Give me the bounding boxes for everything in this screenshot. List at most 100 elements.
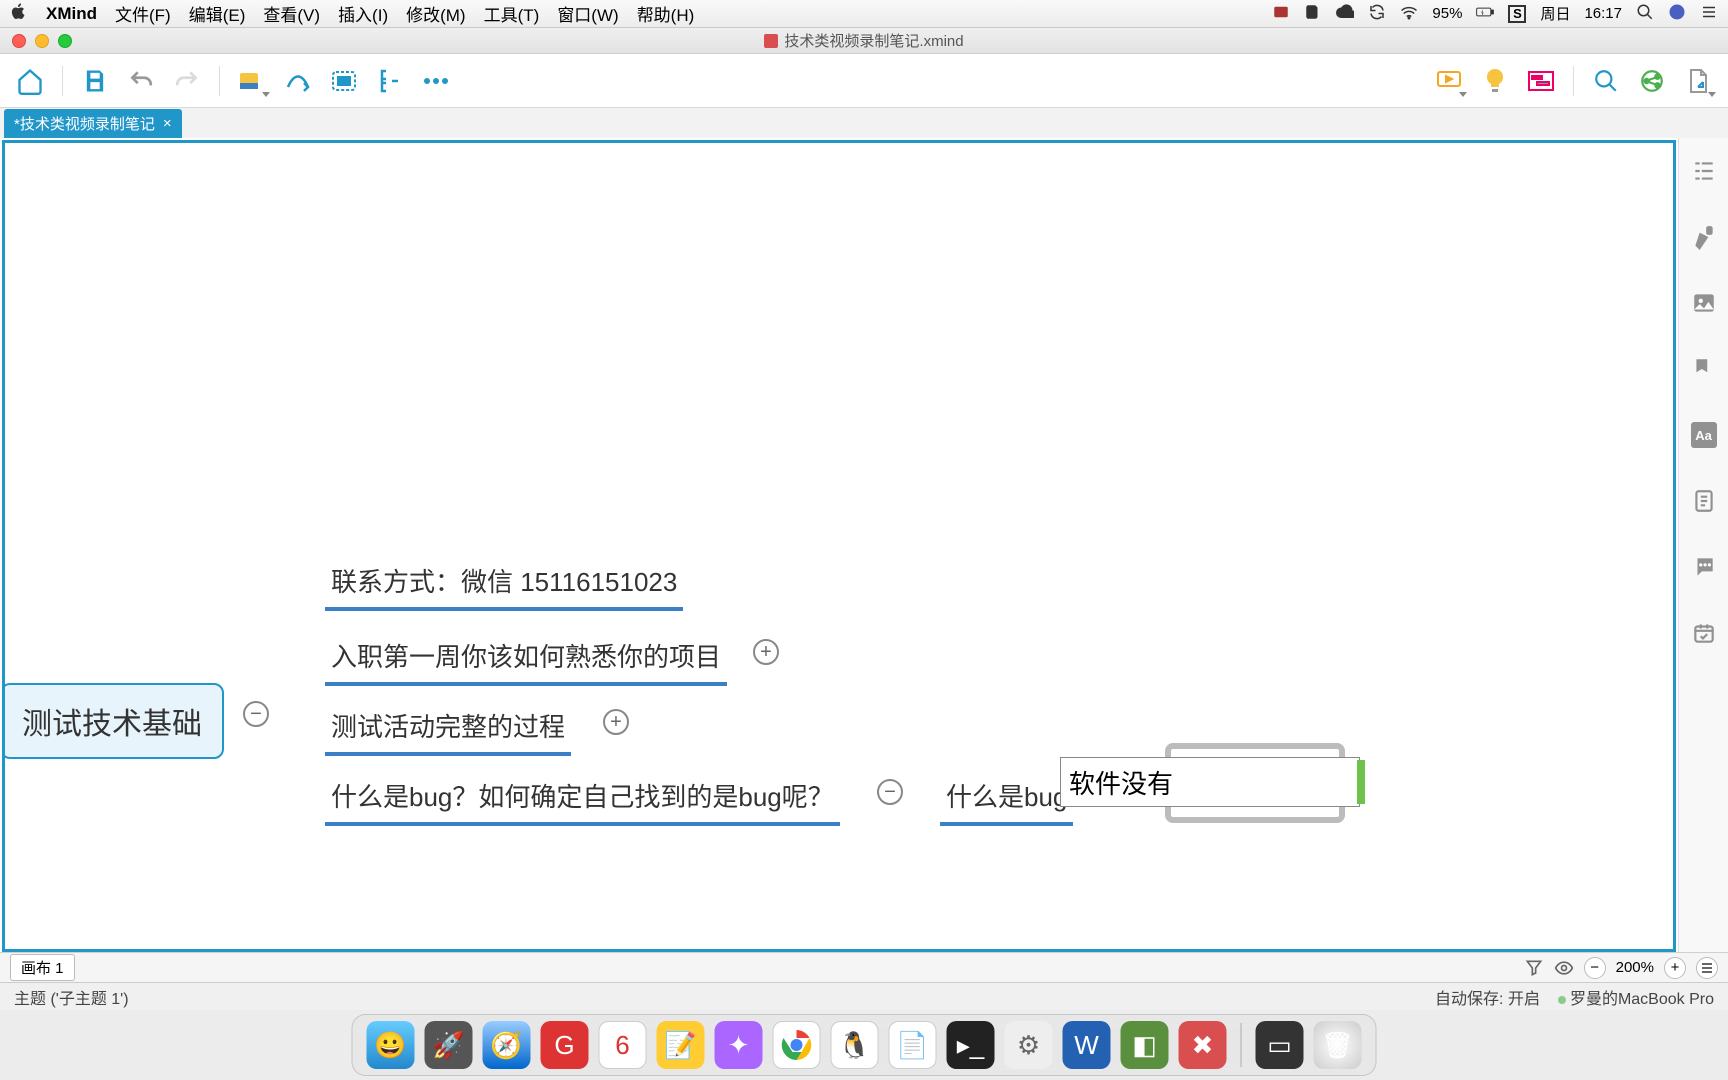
- tray-evernote-icon[interactable]: [1304, 3, 1322, 25]
- dock-finder-icon[interactable]: 😀: [367, 1021, 415, 1069]
- zoom-in-button[interactable]: +: [1664, 957, 1686, 979]
- edit-caret-accent: [1357, 760, 1365, 804]
- tab-label: *技术类视频录制笔记: [14, 113, 155, 134]
- statusbar: 主题 ('子主题 1') 自动保存: 开启 罗曼的MacBook Pro: [0, 982, 1728, 1010]
- tray-time: 16:17: [1584, 5, 1622, 22]
- right-panel: Aa: [1678, 138, 1728, 952]
- marker-panel-button[interactable]: [1691, 356, 1717, 382]
- dock-notes-icon[interactable]: 📝: [657, 1021, 705, 1069]
- branch-what-is-bug[interactable]: 什么是bug？如何确定自己找到的是bug呢？: [325, 773, 840, 826]
- dock-calendar-icon[interactable]: 6: [599, 1021, 647, 1069]
- branch-first-week[interactable]: 入职第一周你该如何熟悉你的项目: [325, 633, 727, 686]
- dock-xmind-icon[interactable]: ✖: [1179, 1021, 1227, 1069]
- tray-menu-icon[interactable]: [1700, 3, 1718, 25]
- tray-siri-icon[interactable]: [1668, 3, 1686, 25]
- dock-textedit-icon[interactable]: 📄: [889, 1021, 937, 1069]
- menu-file[interactable]: 文件(F): [115, 1, 171, 26]
- titlebar: 技术类视频录制笔记.xmind: [0, 28, 1728, 54]
- tray-cloud-icon[interactable]: [1336, 3, 1354, 25]
- menu-help[interactable]: 帮助(H): [637, 1, 695, 26]
- brainstorm-button[interactable]: [1475, 61, 1515, 101]
- menu-modify[interactable]: 修改(M): [406, 1, 465, 26]
- dock-wps-icon[interactable]: W: [1063, 1021, 1111, 1069]
- app-window: 技术类视频录制笔记.xmind *技术类视频录制笔记: [0, 28, 1728, 1010]
- collapse-button-b4[interactable]: −: [877, 779, 903, 805]
- insert-relationship-button[interactable]: [278, 61, 318, 101]
- redo-button[interactable]: [167, 61, 207, 101]
- menu-edit[interactable]: 编辑(E): [189, 1, 246, 26]
- document-tabbar: *技术类视频录制笔记 ×: [0, 108, 1728, 138]
- font-panel-button[interactable]: Aa: [1691, 422, 1717, 448]
- app-name[interactable]: XMind: [46, 4, 97, 24]
- menu-tools[interactable]: 工具(T): [484, 1, 540, 26]
- gantt-button[interactable]: [1521, 61, 1561, 101]
- insert-summary-button[interactable]: [370, 61, 410, 101]
- export-button[interactable]: [1678, 61, 1718, 101]
- save-button[interactable]: [75, 61, 115, 101]
- outline-panel-button[interactable]: [1691, 158, 1717, 184]
- tray-video-icon[interactable]: [1272, 3, 1290, 25]
- more-button[interactable]: [416, 61, 456, 101]
- dock-folder-icon[interactable]: ▭: [1256, 1021, 1304, 1069]
- root-collapse-button[interactable]: −: [243, 701, 269, 727]
- topic-edit-text: 软件没有: [1069, 764, 1173, 801]
- branch-contact[interactable]: 联系方式：微信 15116151023: [325, 558, 683, 611]
- undo-button[interactable]: [121, 61, 161, 101]
- expand-button-b3[interactable]: +: [603, 709, 629, 735]
- dock-separator: [1241, 1023, 1242, 1067]
- share-button[interactable]: [1632, 61, 1672, 101]
- home-button[interactable]: [10, 61, 50, 101]
- mindmap-canvas[interactable]: 测试技术基础 − 联系方式：微信 15116151023 入职第一周你该如何熟悉…: [2, 140, 1676, 952]
- dock-terminal-icon[interactable]: ▸_: [947, 1021, 995, 1069]
- tray-sync-icon[interactable]: [1368, 3, 1386, 25]
- sheet-tab[interactable]: 画布 1: [10, 954, 75, 981]
- filter-icon[interactable]: [1524, 958, 1544, 978]
- image-panel-button[interactable]: [1691, 290, 1717, 316]
- presentation-button[interactable]: [1429, 61, 1469, 101]
- insert-topic-button[interactable]: [232, 61, 272, 101]
- view-icon[interactable]: [1554, 958, 1574, 978]
- dock: 😀 🚀 🧭 G 6 📝 ✦ 🐧 📄 ▸_ ⚙ W ◧ ✖ ▭ 🗑: [352, 1014, 1377, 1076]
- workspace: 测试技术基础 − 联系方式：微信 15116151023 入职第一周你该如何熟悉…: [0, 138, 1728, 952]
- dock-qq-icon[interactable]: 🐧: [831, 1021, 879, 1069]
- tab-close-button[interactable]: ×: [163, 115, 172, 132]
- menu-window[interactable]: 窗口(W): [557, 1, 618, 26]
- autosave-status: 自动保存: 开启: [1435, 985, 1540, 1009]
- dock-trash-icon[interactable]: 🗑: [1314, 1021, 1362, 1069]
- branch-test-process[interactable]: 测试活动完整的过程: [325, 703, 571, 756]
- tray-s-icon[interactable]: S: [1508, 5, 1526, 23]
- dock-camtasia-icon[interactable]: ◧: [1121, 1021, 1169, 1069]
- expand-button-b2[interactable]: +: [753, 639, 779, 665]
- apple-icon[interactable]: [10, 2, 28, 25]
- dock-app1-icon[interactable]: G: [541, 1021, 589, 1069]
- menu-view[interactable]: 查看(V): [263, 1, 320, 26]
- root-topic[interactable]: 测试技术基础: [2, 683, 224, 759]
- toolbar: [0, 54, 1728, 108]
- zoom-value: 200%: [1616, 959, 1654, 976]
- mac-menubar: XMind 文件(F) 编辑(E) 查看(V) 插入(I) 修改(M) 工具(T…: [0, 0, 1728, 28]
- menu-insert[interactable]: 插入(I): [338, 1, 388, 26]
- tray-battery-pct: 95%: [1432, 5, 1462, 22]
- dock-chrome-icon[interactable]: [773, 1021, 821, 1069]
- zoom-out-button[interactable]: −: [1584, 957, 1606, 979]
- search-button[interactable]: [1586, 61, 1626, 101]
- topic-edit-input[interactable]: 软件没有: [1060, 757, 1360, 807]
- dock-app2-icon[interactable]: ✦: [715, 1021, 763, 1069]
- dock-launchpad-icon[interactable]: 🚀: [425, 1021, 473, 1069]
- notes-panel-button[interactable]: [1691, 488, 1717, 514]
- comments-panel-button[interactable]: [1691, 554, 1717, 580]
- subtopic-bug[interactable]: 什么是bug: [940, 773, 1073, 826]
- tray-day: 周日: [1540, 3, 1570, 24]
- tray-wifi-icon[interactable]: [1400, 3, 1418, 25]
- tray-spotlight-icon[interactable]: [1636, 3, 1654, 25]
- connector-lines: [5, 143, 305, 293]
- zoom-menu-button[interactable]: [1696, 957, 1718, 979]
- tray-battery-icon[interactable]: [1476, 3, 1494, 25]
- document-tab[interactable]: *技术类视频录制笔记 ×: [4, 109, 182, 138]
- dock-safari-icon[interactable]: 🧭: [483, 1021, 531, 1069]
- insert-boundary-button[interactable]: [324, 61, 364, 101]
- format-panel-button[interactable]: [1691, 224, 1717, 250]
- task-panel-button[interactable]: [1691, 620, 1717, 646]
- window-title: 技术类视频录制笔记.xmind: [784, 30, 963, 51]
- dock-settings-icon[interactable]: ⚙: [1005, 1021, 1053, 1069]
